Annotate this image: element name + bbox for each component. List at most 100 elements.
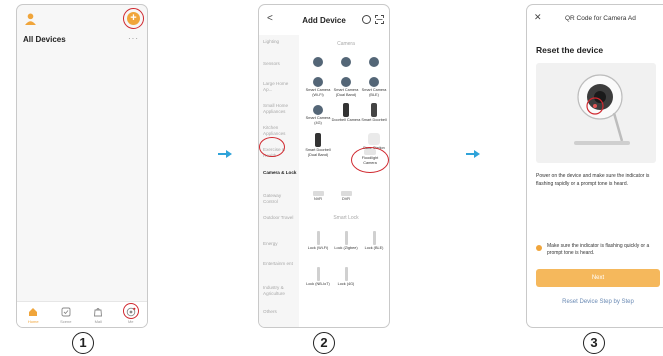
camera-icon	[341, 77, 351, 87]
lock-icon	[372, 231, 376, 245]
camera-icon	[369, 57, 379, 67]
camera-icon	[313, 105, 323, 115]
camera-illustration	[536, 63, 656, 163]
confirm-checkbox[interactable]	[536, 245, 542, 251]
tab-label: Mall	[94, 319, 102, 324]
category-item[interactable]: Large Home Ap...	[263, 81, 297, 93]
device-tile[interactable]: DVR	[331, 187, 361, 202]
device-label: Smart Doorbell	[361, 118, 387, 122]
tab-me[interactable]: Me	[115, 302, 148, 327]
confirm-label: Make sure the indicator is flashing quic…	[547, 243, 650, 256]
category-item[interactable]: Sensors	[263, 61, 297, 67]
dvr-icon	[340, 191, 352, 196]
category-sidebar: Lighting Sensors Large Home Ap... Small …	[259, 35, 299, 327]
instruction-figure: + All Devices ··· Home Scene Mall Me < A…	[0, 0, 663, 356]
step-number: 1	[72, 332, 94, 354]
page-title: All Devices	[23, 35, 66, 44]
category-item[interactable]: Energy	[263, 241, 297, 247]
doorbell-icon	[371, 103, 377, 117]
category-item[interactable]: Entertainm ent	[263, 261, 297, 267]
lock-icon	[316, 267, 320, 281]
base-station-icon	[368, 133, 380, 145]
device-label: Smart Camera (Wi-Fi)	[305, 88, 331, 97]
home-icon	[29, 308, 38, 316]
device-label: Smart Doorbell (Dual Band)	[305, 148, 331, 157]
category-item[interactable]: Outdoor Travel	[263, 215, 297, 221]
doorbell-icon	[315, 133, 321, 147]
user-avatar-icon[interactable]	[24, 12, 37, 25]
reset-device-screen: ✕ QR Code for Camera Ad Reset the device…	[526, 4, 663, 328]
device-tile[interactable]: Smart Camera (Wi-Fi)	[303, 77, 333, 98]
device-label: Lock (4G)	[337, 282, 355, 286]
device-label: Lock (Zigbee)	[334, 246, 358, 250]
add-device-screen: < Add Device Lighting Sensors Large Home…	[258, 4, 390, 328]
camera-icon	[313, 77, 323, 87]
tab-scene[interactable]: Scene	[50, 302, 83, 327]
step-number: 3	[583, 332, 605, 354]
category-item[interactable]: Others	[263, 309, 297, 315]
section-title-smart-lock: Smart Lock	[333, 215, 359, 221]
more-options-icon[interactable]: ···	[128, 34, 139, 43]
device-tile[interactable]: Lock (Zigbee)	[331, 231, 361, 251]
scene-icon	[61, 307, 71, 317]
category-item[interactable]: Kitchen Appliances	[263, 125, 297, 137]
device-tile[interactable]	[359, 57, 389, 67]
scan-icon[interactable]	[375, 15, 384, 24]
device-tile[interactable]: Smart Doorbell	[359, 103, 389, 123]
device-tile[interactable]: Lock (NB-IoT)	[303, 267, 333, 287]
device-tile[interactable]: Lock (Wi-Fi)	[303, 231, 333, 251]
home-screen: + All Devices ··· Home Scene Mall Me	[16, 4, 148, 328]
category-item[interactable]: Small Home Appliances	[263, 103, 297, 115]
device-label: Smart Camera (BLE)	[361, 88, 387, 97]
device-tile[interactable]: Smart Camera (Dual Band)	[331, 77, 361, 98]
camera-icon	[574, 74, 630, 145]
device-label: Lock (BLE)	[364, 246, 384, 250]
reset-instructions: Power on the device and make sure the in…	[536, 173, 650, 187]
tab-home[interactable]: Home	[17, 302, 50, 327]
device-tile[interactable]: NVR	[303, 187, 333, 202]
device-tile[interactable]: Smart Camera (4G)	[303, 105, 333, 126]
reset-step-by-step-link[interactable]: Reset Device Step by Step	[536, 299, 660, 305]
page-title: QR Code for Camera Ad	[565, 15, 636, 22]
device-label: DVR	[341, 197, 351, 201]
category-item-camera-lock[interactable]: Camera & Lock	[263, 170, 297, 176]
add-device-header: < Add Device	[259, 5, 389, 35]
device-tile[interactable]: Smart Camera (BLE)	[359, 77, 389, 98]
highlight-circle	[122, 303, 139, 319]
device-tile[interactable]: Lock (4G)	[331, 267, 361, 287]
arrow-right-icon	[218, 150, 232, 158]
close-button[interactable]: ✕	[534, 12, 542, 23]
category-item[interactable]: Lighting	[263, 39, 297, 45]
reset-heading: Reset the device	[536, 45, 604, 55]
device-label: Doorbell Camera	[331, 118, 361, 122]
device-tile[interactable]	[331, 57, 361, 67]
home-header: +	[17, 5, 147, 35]
device-tile[interactable]: Doorbell Camera	[331, 103, 361, 123]
device-tile[interactable]: Lock (BLE)	[359, 231, 389, 251]
category-item[interactable]: Industry & Agriculture	[263, 285, 297, 297]
section-title-camera: Camera	[337, 41, 355, 47]
highlight-circle	[259, 137, 285, 157]
camera-icon	[369, 77, 379, 87]
doorbell-icon	[343, 103, 349, 117]
mall-icon	[94, 308, 103, 317]
category-item[interactable]: Gateway Control	[263, 193, 297, 205]
device-label: Smart Camera (Dual Band)	[333, 88, 359, 97]
device-label: Lock (Wi-Fi)	[307, 246, 329, 250]
device-tile[interactable]: Smart Doorbell (Dual Band)	[303, 133, 333, 158]
search-icon[interactable]	[362, 15, 371, 24]
lock-icon	[344, 231, 348, 245]
highlight-circle	[123, 8, 144, 29]
arrow-right-icon	[466, 150, 480, 158]
device-tile[interactable]	[303, 57, 333, 67]
camera-icon	[341, 57, 351, 67]
tab-label: Home	[27, 319, 39, 324]
tab-label: Me	[127, 319, 134, 324]
tab-mall[interactable]: Mall	[82, 302, 115, 327]
camera-icon	[313, 57, 323, 67]
nvr-icon	[312, 191, 324, 196]
lock-icon	[316, 231, 320, 245]
device-label: Lock (NB-IoT)	[306, 282, 330, 286]
next-button[interactable]: Next	[536, 269, 660, 287]
step-number: 2	[313, 332, 335, 354]
